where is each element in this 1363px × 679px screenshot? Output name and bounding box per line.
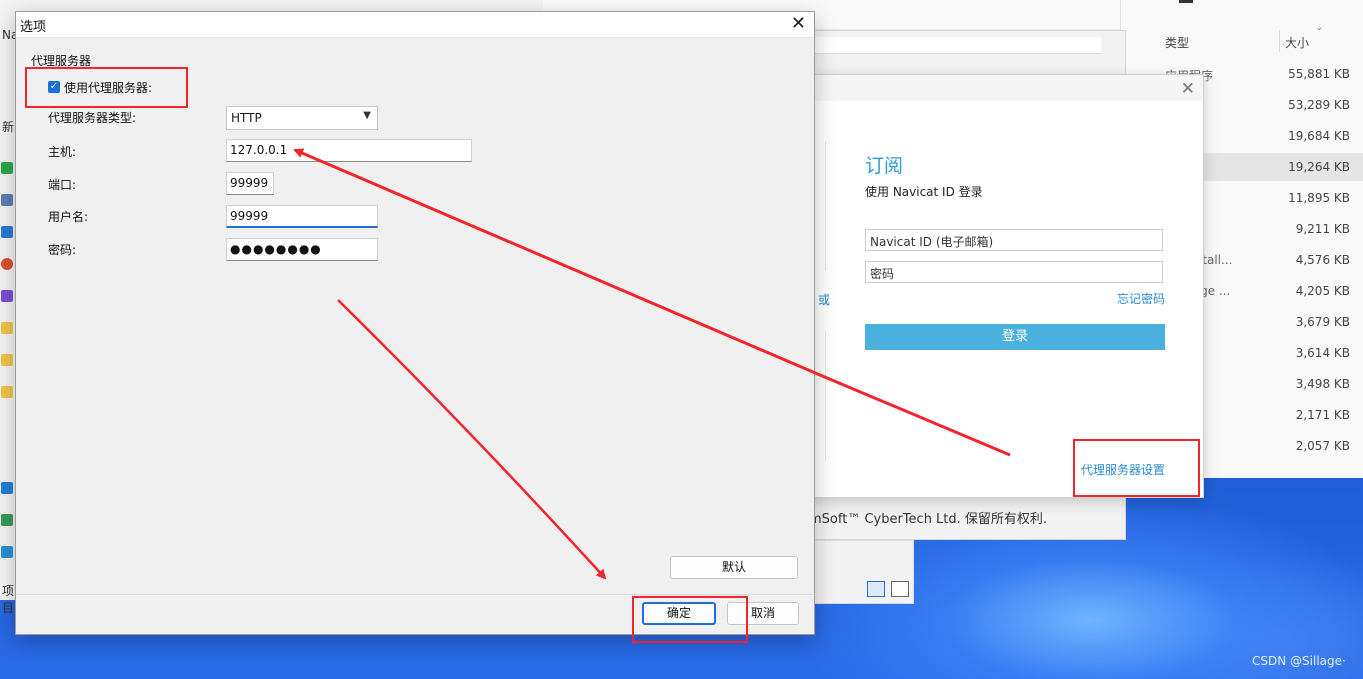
watermark-text: CSDN @Sillage· <box>1252 654 1346 668</box>
annotation-arrows <box>293 148 1011 580</box>
annotation-arrow-host <box>293 148 1011 457</box>
annotation-arrow-ok <box>337 299 607 580</box>
